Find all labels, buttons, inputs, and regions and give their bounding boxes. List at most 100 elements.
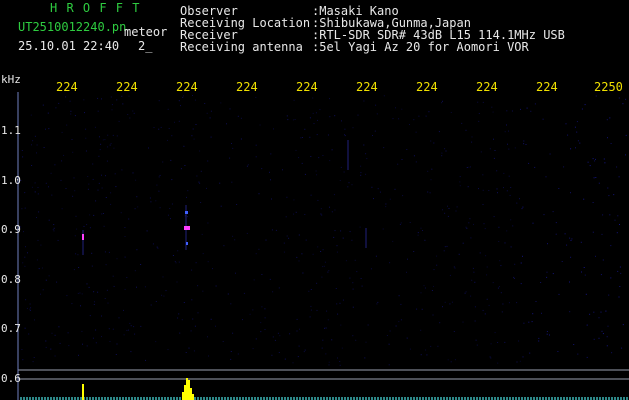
spectrogram-canvas xyxy=(17,92,629,400)
noise-speck xyxy=(506,230,508,232)
noise-speck xyxy=(417,234,419,236)
noise-speck xyxy=(289,333,291,335)
noise-speck xyxy=(292,119,294,121)
time-tick-label: 224 xyxy=(236,80,258,94)
noise-speck xyxy=(220,102,222,104)
noise-speck xyxy=(482,309,484,311)
noise-speck xyxy=(305,239,307,241)
noise-speck xyxy=(246,232,248,234)
noise-speck xyxy=(516,361,518,363)
noise-speck xyxy=(110,96,112,98)
noise-speck xyxy=(389,262,391,264)
noise-speck xyxy=(516,202,518,204)
noise-speck xyxy=(179,332,181,334)
noise-speck xyxy=(72,151,74,153)
noise-speck xyxy=(610,245,612,247)
noise-speck xyxy=(65,96,67,98)
noise-speck xyxy=(24,192,26,194)
noise-speck xyxy=(477,101,479,103)
noise-speck xyxy=(336,245,338,247)
noise-speck xyxy=(269,171,270,173)
noise-speck xyxy=(344,135,346,137)
noise-speck xyxy=(157,247,159,249)
noise-speck xyxy=(160,126,162,128)
noise-speck xyxy=(447,359,449,361)
noise-speck xyxy=(570,148,572,150)
noise-speck xyxy=(313,123,315,125)
noise-speck xyxy=(299,328,300,330)
noise-speck xyxy=(48,186,49,188)
noise-speck xyxy=(295,211,297,213)
noise-speck xyxy=(520,262,522,264)
noise-speck xyxy=(50,348,52,350)
noise-speck xyxy=(335,288,337,289)
noise-speck xyxy=(519,360,521,362)
noise-speck xyxy=(344,128,346,130)
noise-speck xyxy=(168,128,170,129)
noise-speck xyxy=(316,174,318,176)
noise-speck xyxy=(392,118,394,120)
noise-speck xyxy=(88,286,90,288)
noise-speck xyxy=(34,135,36,137)
noise-speck xyxy=(322,266,324,268)
noise-speck xyxy=(259,124,261,126)
noise-speck xyxy=(198,181,200,183)
noise-speck xyxy=(201,233,203,235)
noise-speck xyxy=(158,128,160,130)
noise-speck xyxy=(149,197,151,199)
noise-speck xyxy=(340,166,342,168)
noise-speck xyxy=(210,318,212,320)
noise-speck xyxy=(255,253,257,255)
noise-speck xyxy=(424,287,426,289)
noise-speck xyxy=(494,150,496,151)
noise-speck xyxy=(104,139,106,141)
noise-speck xyxy=(174,261,176,263)
noise-speck xyxy=(81,330,83,332)
noise-speck xyxy=(178,100,180,102)
noise-speck xyxy=(130,351,132,353)
noise-speck xyxy=(258,193,260,195)
noise-speck xyxy=(409,124,410,125)
noise-speck xyxy=(312,97,314,99)
noise-speck xyxy=(347,186,349,188)
noise-speck xyxy=(236,204,238,205)
noise-speck xyxy=(474,281,476,283)
noise-speck xyxy=(123,309,124,311)
noise-speck xyxy=(298,157,300,159)
noise-speck xyxy=(112,275,114,277)
noise-speck xyxy=(504,242,506,244)
noise-speck xyxy=(587,161,589,163)
noise-speck xyxy=(510,246,512,248)
noise-speck xyxy=(462,321,464,323)
noise-speck xyxy=(443,250,445,252)
noise-speck xyxy=(327,271,329,273)
noise-speck xyxy=(534,103,536,105)
noise-speck xyxy=(178,120,180,122)
noise-speck xyxy=(610,277,612,279)
noise-speck xyxy=(199,150,201,152)
noise-speck xyxy=(566,244,568,246)
noise-speck xyxy=(479,252,481,254)
noise-speck xyxy=(425,115,427,117)
noise-speck xyxy=(28,333,30,335)
noise-speck xyxy=(329,116,331,118)
noise-speck xyxy=(304,349,306,351)
noise-speck xyxy=(482,174,484,176)
noise-speck xyxy=(126,277,128,278)
noise-speck xyxy=(531,321,533,323)
noise-speck xyxy=(499,260,501,262)
noise-speck xyxy=(40,293,41,295)
noise-speck xyxy=(360,165,362,167)
noise-speck xyxy=(602,333,604,335)
noise-speck xyxy=(345,260,347,262)
noise-speck xyxy=(86,283,88,285)
noise-speck xyxy=(529,352,531,354)
noise-speck xyxy=(569,281,570,283)
noise-speck xyxy=(84,112,85,114)
noise-speck xyxy=(594,160,596,162)
noise-speck xyxy=(508,175,510,177)
noise-speck xyxy=(271,354,273,356)
noise-speck xyxy=(454,267,456,269)
noise-speck xyxy=(339,180,341,181)
noise-speck xyxy=(606,336,608,338)
